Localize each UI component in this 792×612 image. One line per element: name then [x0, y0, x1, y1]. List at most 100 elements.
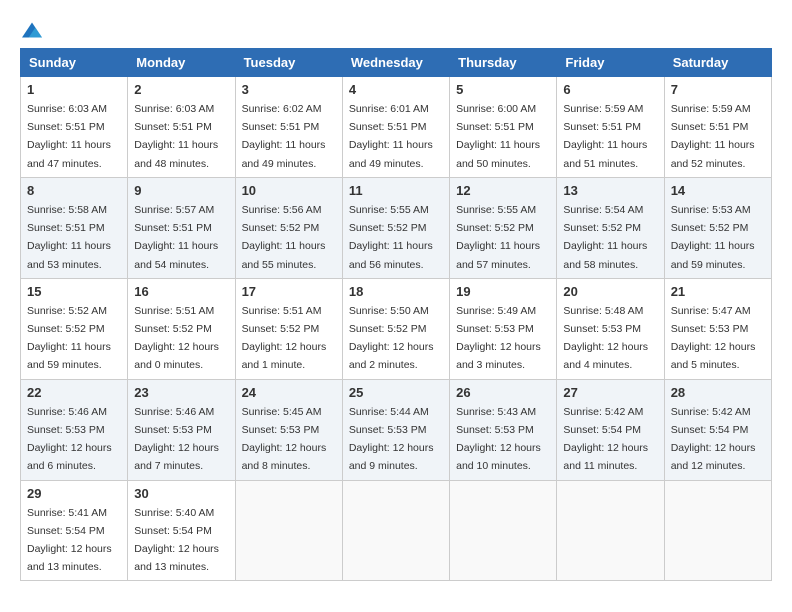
day-number: 24 [242, 385, 336, 400]
calendar-day-cell: 9 Sunrise: 5:57 AMSunset: 5:51 PMDayligh… [128, 177, 235, 278]
calendar-day-cell: 18 Sunrise: 5:50 AMSunset: 5:52 PMDaylig… [342, 278, 449, 379]
day-info: Sunrise: 5:58 AMSunset: 5:51 PMDaylight:… [27, 204, 111, 271]
day-number: 28 [671, 385, 765, 400]
day-number: 20 [563, 284, 657, 299]
day-info: Sunrise: 6:01 AMSunset: 5:51 PMDaylight:… [349, 103, 433, 170]
logo-icon [22, 20, 42, 40]
day-info: Sunrise: 6:03 AMSunset: 5:51 PMDaylight:… [134, 103, 218, 170]
weekday-header-cell: Thursday [450, 49, 557, 77]
day-number: 7 [671, 82, 765, 97]
day-info: Sunrise: 5:42 AMSunset: 5:54 PMDaylight:… [563, 406, 648, 473]
day-info: Sunrise: 5:51 AMSunset: 5:52 PMDaylight:… [134, 305, 219, 372]
day-number: 15 [27, 284, 121, 299]
calendar-day-cell: 13 Sunrise: 5:54 AMSunset: 5:52 PMDaylig… [557, 177, 664, 278]
calendar-week-row: 1 Sunrise: 6:03 AMSunset: 5:51 PMDayligh… [21, 77, 772, 178]
weekday-header-cell: Monday [128, 49, 235, 77]
calendar-day-cell: 21 Sunrise: 5:47 AMSunset: 5:53 PMDaylig… [664, 278, 771, 379]
day-info: Sunrise: 5:47 AMSunset: 5:53 PMDaylight:… [671, 305, 756, 372]
calendar-week-row: 8 Sunrise: 5:58 AMSunset: 5:51 PMDayligh… [21, 177, 772, 278]
calendar-day-cell: 15 Sunrise: 5:52 AMSunset: 5:52 PMDaylig… [21, 278, 128, 379]
day-number: 21 [671, 284, 765, 299]
calendar-body: 1 Sunrise: 6:03 AMSunset: 5:51 PMDayligh… [21, 77, 772, 581]
weekday-header-cell: Tuesday [235, 49, 342, 77]
day-number: 29 [27, 486, 121, 501]
day-info: Sunrise: 5:45 AMSunset: 5:53 PMDaylight:… [242, 406, 327, 473]
page-header [20, 20, 772, 40]
calendar-day-cell: 23 Sunrise: 5:46 AMSunset: 5:53 PMDaylig… [128, 379, 235, 480]
calendar-day-cell [664, 480, 771, 581]
day-number: 10 [242, 183, 336, 198]
day-number: 5 [456, 82, 550, 97]
calendar-day-cell: 20 Sunrise: 5:48 AMSunset: 5:53 PMDaylig… [557, 278, 664, 379]
day-number: 14 [671, 183, 765, 198]
calendar-week-row: 29 Sunrise: 5:41 AMSunset: 5:54 PMDaylig… [21, 480, 772, 581]
day-number: 2 [134, 82, 228, 97]
day-number: 1 [27, 82, 121, 97]
day-info: Sunrise: 6:00 AMSunset: 5:51 PMDaylight:… [456, 103, 540, 170]
day-info: Sunrise: 5:50 AMSunset: 5:52 PMDaylight:… [349, 305, 434, 372]
calendar-day-cell: 5 Sunrise: 6:00 AMSunset: 5:51 PMDayligh… [450, 77, 557, 178]
day-number: 12 [456, 183, 550, 198]
day-info: Sunrise: 6:02 AMSunset: 5:51 PMDaylight:… [242, 103, 326, 170]
day-number: 22 [27, 385, 121, 400]
day-number: 9 [134, 183, 228, 198]
calendar-day-cell: 11 Sunrise: 5:55 AMSunset: 5:52 PMDaylig… [342, 177, 449, 278]
logo [20, 20, 42, 40]
weekday-header-cell: Friday [557, 49, 664, 77]
day-number: 30 [134, 486, 228, 501]
calendar-day-cell [450, 480, 557, 581]
calendar-table: SundayMondayTuesdayWednesdayThursdayFrid… [20, 48, 772, 581]
calendar-day-cell: 27 Sunrise: 5:42 AMSunset: 5:54 PMDaylig… [557, 379, 664, 480]
weekday-header-cell: Saturday [664, 49, 771, 77]
weekday-header-row: SundayMondayTuesdayWednesdayThursdayFrid… [21, 49, 772, 77]
day-info: Sunrise: 5:55 AMSunset: 5:52 PMDaylight:… [349, 204, 433, 271]
calendar-day-cell: 25 Sunrise: 5:44 AMSunset: 5:53 PMDaylig… [342, 379, 449, 480]
calendar-day-cell: 28 Sunrise: 5:42 AMSunset: 5:54 PMDaylig… [664, 379, 771, 480]
day-info: Sunrise: 5:59 AMSunset: 5:51 PMDaylight:… [563, 103, 647, 170]
day-info: Sunrise: 5:49 AMSunset: 5:53 PMDaylight:… [456, 305, 541, 372]
calendar-day-cell: 19 Sunrise: 5:49 AMSunset: 5:53 PMDaylig… [450, 278, 557, 379]
day-info: Sunrise: 5:44 AMSunset: 5:53 PMDaylight:… [349, 406, 434, 473]
day-number: 16 [134, 284, 228, 299]
calendar-day-cell [557, 480, 664, 581]
calendar-day-cell: 7 Sunrise: 5:59 AMSunset: 5:51 PMDayligh… [664, 77, 771, 178]
day-number: 26 [456, 385, 550, 400]
calendar-day-cell: 1 Sunrise: 6:03 AMSunset: 5:51 PMDayligh… [21, 77, 128, 178]
calendar-day-cell: 16 Sunrise: 5:51 AMSunset: 5:52 PMDaylig… [128, 278, 235, 379]
calendar-day-cell: 8 Sunrise: 5:58 AMSunset: 5:51 PMDayligh… [21, 177, 128, 278]
day-info: Sunrise: 5:52 AMSunset: 5:52 PMDaylight:… [27, 305, 111, 372]
day-info: Sunrise: 5:55 AMSunset: 5:52 PMDaylight:… [456, 204, 540, 271]
day-number: 6 [563, 82, 657, 97]
calendar-day-cell: 2 Sunrise: 6:03 AMSunset: 5:51 PMDayligh… [128, 77, 235, 178]
day-number: 13 [563, 183, 657, 198]
weekday-header-cell: Wednesday [342, 49, 449, 77]
day-number: 23 [134, 385, 228, 400]
day-info: Sunrise: 5:46 AMSunset: 5:53 PMDaylight:… [27, 406, 112, 473]
calendar-day-cell [235, 480, 342, 581]
calendar-day-cell: 3 Sunrise: 6:02 AMSunset: 5:51 PMDayligh… [235, 77, 342, 178]
day-info: Sunrise: 5:40 AMSunset: 5:54 PMDaylight:… [134, 507, 219, 574]
calendar-day-cell: 26 Sunrise: 5:43 AMSunset: 5:53 PMDaylig… [450, 379, 557, 480]
calendar-week-row: 22 Sunrise: 5:46 AMSunset: 5:53 PMDaylig… [21, 379, 772, 480]
day-number: 27 [563, 385, 657, 400]
calendar-day-cell: 14 Sunrise: 5:53 AMSunset: 5:52 PMDaylig… [664, 177, 771, 278]
day-info: Sunrise: 5:56 AMSunset: 5:52 PMDaylight:… [242, 204, 326, 271]
day-info: Sunrise: 5:54 AMSunset: 5:52 PMDaylight:… [563, 204, 647, 271]
day-number: 8 [27, 183, 121, 198]
calendar-day-cell: 10 Sunrise: 5:56 AMSunset: 5:52 PMDaylig… [235, 177, 342, 278]
day-number: 3 [242, 82, 336, 97]
calendar-day-cell: 4 Sunrise: 6:01 AMSunset: 5:51 PMDayligh… [342, 77, 449, 178]
day-number: 18 [349, 284, 443, 299]
calendar-day-cell: 24 Sunrise: 5:45 AMSunset: 5:53 PMDaylig… [235, 379, 342, 480]
day-number: 11 [349, 183, 443, 198]
calendar-day-cell: 6 Sunrise: 5:59 AMSunset: 5:51 PMDayligh… [557, 77, 664, 178]
calendar-day-cell: 22 Sunrise: 5:46 AMSunset: 5:53 PMDaylig… [21, 379, 128, 480]
calendar-day-cell [342, 480, 449, 581]
calendar-day-cell: 17 Sunrise: 5:51 AMSunset: 5:52 PMDaylig… [235, 278, 342, 379]
day-info: Sunrise: 5:57 AMSunset: 5:51 PMDaylight:… [134, 204, 218, 271]
day-info: Sunrise: 5:42 AMSunset: 5:54 PMDaylight:… [671, 406, 756, 473]
day-number: 25 [349, 385, 443, 400]
weekday-header-cell: Sunday [21, 49, 128, 77]
day-info: Sunrise: 5:43 AMSunset: 5:53 PMDaylight:… [456, 406, 541, 473]
day-info: Sunrise: 5:53 AMSunset: 5:52 PMDaylight:… [671, 204, 755, 271]
